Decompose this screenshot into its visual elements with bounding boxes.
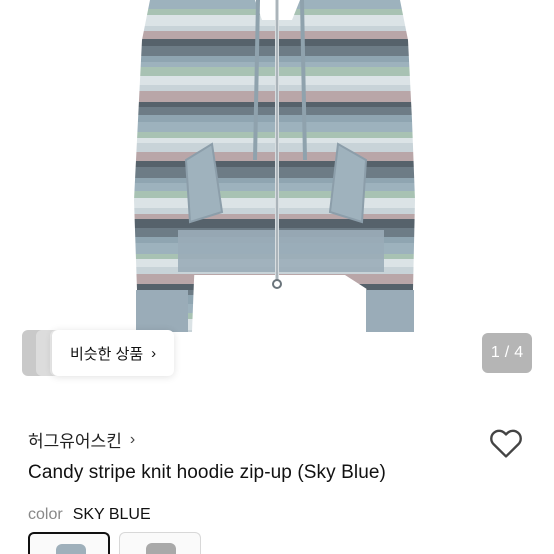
swatch-thumbnail (146, 543, 176, 554)
product-image[interactable]: 비슷한 상품 › 1 / 4 (0, 0, 554, 398)
chevron-right-icon: › (129, 430, 136, 448)
color-swatch-selected[interactable] (28, 532, 110, 554)
color-value: SKY BLUE (72, 506, 151, 523)
heart-outline-icon[interactable] (487, 424, 525, 462)
similar-products-button[interactable]: 비슷한 상품 › (52, 330, 175, 376)
product-title: Candy stripe knit hoodie zip-up (Sky Blu… (28, 462, 386, 483)
color-option: color SKY BLUE (28, 506, 151, 524)
color-swatch[interactable] (119, 532, 201, 554)
chevron-right-icon: › (151, 344, 157, 362)
brand-link[interactable]: 허그유어스킨 › (28, 427, 135, 452)
pager-current: 1 (490, 344, 500, 361)
similar-products-label: 비슷한 상품 (70, 345, 144, 363)
swatch-thumbnail (56, 544, 86, 554)
pager-total: 4 (514, 344, 524, 361)
image-pager: 1 / 4 (482, 333, 532, 373)
brand-name: 허그유어스킨 (28, 432, 122, 451)
pager-separator: / (504, 344, 510, 361)
color-label: color (28, 506, 63, 523)
